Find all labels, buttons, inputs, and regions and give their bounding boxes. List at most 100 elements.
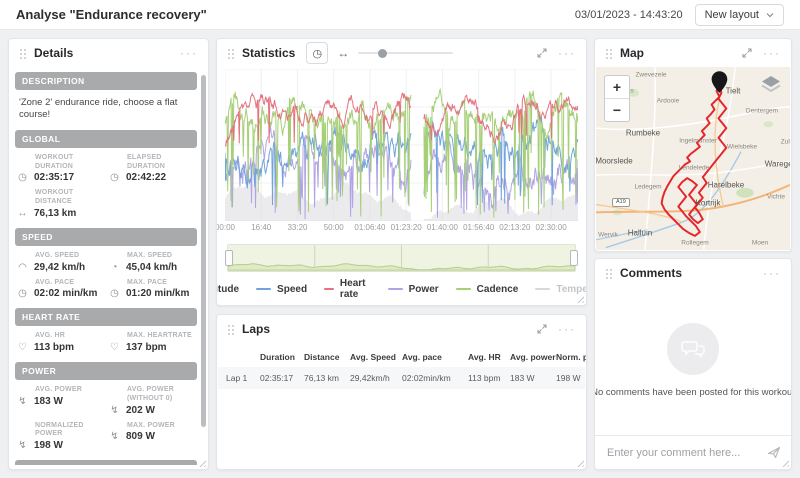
stopwatch-icon: ◷ — [107, 288, 122, 299]
details-scrollbar[interactable] — [201, 75, 206, 427]
details-items-grid: AVG. POWER↯183 WAVG. POWER (WITHOUT 0)↯2… — [13, 383, 199, 457]
comments-menu-icon[interactable]: ··· — [763, 267, 781, 279]
laps-row[interactable]: Lap 102:35:1776,13 km29,42km/h02:02min/k… — [218, 367, 585, 389]
laps-resize-handle[interactable] — [575, 458, 584, 467]
details-item-value-row: ◔45,04 km/h — [107, 262, 197, 273]
drag-handle-icon[interactable] — [605, 268, 613, 279]
map-canvas[interactable]: ZwevezeleGitsArdooieTieltDentergemRumbek… — [596, 67, 790, 250]
send-icon[interactable] — [767, 446, 781, 459]
chart-range-selector[interactable] — [227, 244, 576, 272]
laps-panel: Laps ··· DurationDistanceAvg. SpeedAvg. … — [216, 314, 587, 470]
details-item: MAX. SPEED◔45,04 km/h — [107, 252, 197, 273]
layout-selector-label: New layout — [705, 9, 759, 21]
details-item-label: MAX. POWER — [127, 422, 197, 431]
map-menu-icon[interactable]: ··· — [763, 47, 781, 59]
details-item: WORKOUT DISTANCE↔76,13 km — [15, 189, 105, 219]
details-item-value: 76,13 km — [34, 208, 76, 219]
details-item-value: 809 W — [126, 431, 155, 442]
statistics-title: Statistics — [242, 46, 295, 60]
x-axis-tick-label: 01:56:40 — [463, 223, 494, 232]
layers-icon[interactable] — [760, 75, 782, 95]
map-label-rollegem: Rollegem — [681, 240, 708, 247]
drag-handle-icon[interactable] — [19, 48, 27, 59]
x-axis-tick-label: 01:23:20 — [391, 223, 422, 232]
details-item-label: WORKOUT DURATION — [35, 154, 105, 172]
map-label-kortrijk: Kortrijk — [696, 199, 721, 208]
distance-axis-icon[interactable]: ↔ — [337, 46, 349, 60]
legend-item-speed[interactable]: Speed — [256, 284, 307, 295]
laps-header-cell: Norm. power — [556, 352, 587, 362]
chart-x-axis: 00:0016:4033:2050:0001:06:4001:23:2001:4… — [225, 223, 578, 236]
details-item-label: MAX. HEARTRATE — [127, 332, 197, 341]
map-label-tielt: Tielt — [726, 87, 741, 96]
map-panel: Map ··· ZwevezeleGitsArdooieTieltDenterg… — [594, 38, 792, 252]
details-item: MAX. HEARTRATE♡137 bpm — [107, 332, 197, 353]
legend-item-power[interactable]: Power — [388, 284, 439, 295]
legend-line-swatch — [456, 288, 471, 290]
statistics-menu-icon[interactable]: ··· — [558, 47, 576, 59]
range-handle-left[interactable] — [225, 250, 233, 266]
laps-header-row: DurationDistanceAvg. SpeedAvg. paceAvg. … — [218, 347, 585, 367]
statistics-chart[interactable] — [225, 69, 578, 221]
legend-item-heart-rate[interactable]: Heart rate — [324, 278, 371, 300]
zoom-out-button[interactable]: − — [605, 98, 629, 121]
map-label-ledegem: Ledegem — [634, 184, 661, 191]
details-item: AVG. SPEED◠29,42 km/h — [15, 252, 105, 273]
details-item-value: 29,42 km/h — [34, 262, 85, 273]
top-bar: Analyse "Endurance recovery" 03/01/2023 … — [0, 0, 800, 30]
map-label-ardooie: Ardooie — [657, 98, 679, 105]
comments-empty-text: No comments have been posted for this wo… — [594, 387, 792, 398]
clock-icon: ◷ — [15, 172, 30, 183]
legend-line-swatch — [388, 288, 403, 290]
legend-label: Heart rate — [340, 278, 371, 300]
slider-handle[interactable] — [378, 49, 387, 58]
details-item-value: 01:20 min/km — [126, 288, 189, 299]
map-label-zwevezele: Zwevezele — [635, 72, 666, 79]
comment-input[interactable] — [605, 446, 759, 460]
heart-icon: ♡ — [107, 342, 122, 353]
details-item-value-row: ↯202 W — [107, 405, 197, 416]
chart-zoom-slider[interactable] — [358, 48, 453, 58]
x-axis-tick-label: 16:40 — [251, 223, 271, 232]
x-axis-tick-label: 01:06:40 — [354, 223, 385, 232]
details-item-value: 45,04 km/h — [126, 262, 177, 273]
details-items-grid: WORKOUT DURATION◷02:35:17ELAPSED DURATIO… — [13, 151, 199, 225]
details-menu-icon[interactable]: ··· — [180, 47, 198, 59]
details-item-value-row: ↯809 W — [107, 431, 197, 442]
details-section-header: DESCRIPTION — [15, 72, 197, 90]
drag-handle-icon[interactable] — [227, 324, 235, 335]
details-item: MAX. PACE◷01:20 min/km — [107, 279, 197, 300]
details-section-header: POWER — [15, 362, 197, 380]
gauge-icon: ◠ — [15, 262, 30, 273]
drag-handle-icon[interactable] — [227, 48, 235, 59]
details-item-value-row: ↯198 W — [15, 440, 105, 451]
road-badge: A19 — [612, 198, 630, 207]
drag-handle-icon[interactable] — [605, 48, 613, 59]
statistics-panel: Statistics ◷ ↔ ··· 00:0016:4033:2050:000… — [216, 38, 587, 306]
laps-menu-icon[interactable]: ··· — [558, 323, 576, 335]
legend-item-temperature[interactable]: Temperature — [535, 284, 587, 295]
expand-icon[interactable] — [741, 47, 753, 59]
details-item-value-row: ♡137 bpm — [107, 342, 197, 353]
legend-item-cadence[interactable]: Cadence — [456, 284, 519, 295]
lap-value-cell: 29,42km/h — [350, 373, 402, 383]
map-label-lendelede: Lendelede — [679, 165, 709, 172]
details-item: AVG. HR♡113 bpm — [15, 332, 105, 353]
details-panel: Details ··· DESCRIPTION'Zone 2' enduranc… — [8, 38, 209, 470]
expand-icon[interactable] — [536, 323, 548, 335]
zoom-in-button[interactable]: + — [605, 76, 629, 98]
time-axis-button[interactable]: ◷ — [306, 42, 328, 64]
details-item-label: AVG. PACE — [35, 279, 105, 288]
range-handle-right[interactable] — [570, 250, 578, 266]
legend-item-altitude[interactable]: Altitude — [216, 284, 239, 295]
lap-value-cell: 113 bpm — [468, 373, 510, 383]
expand-icon[interactable] — [536, 47, 548, 59]
details-item-label: AVG. HR — [35, 332, 105, 341]
map-label-waregem: Waregem — [765, 160, 790, 169]
details-item-value-row: ◷02:42:22 — [107, 172, 197, 183]
map-park — [764, 121, 774, 127]
lap-value-cell: 76,13 km — [304, 373, 350, 383]
details-item-value-row: ◷ 01:20 min/km — [107, 288, 197, 299]
details-item-value: 113 bpm — [34, 342, 74, 353]
layout-selector-button[interactable]: New layout — [695, 4, 784, 26]
